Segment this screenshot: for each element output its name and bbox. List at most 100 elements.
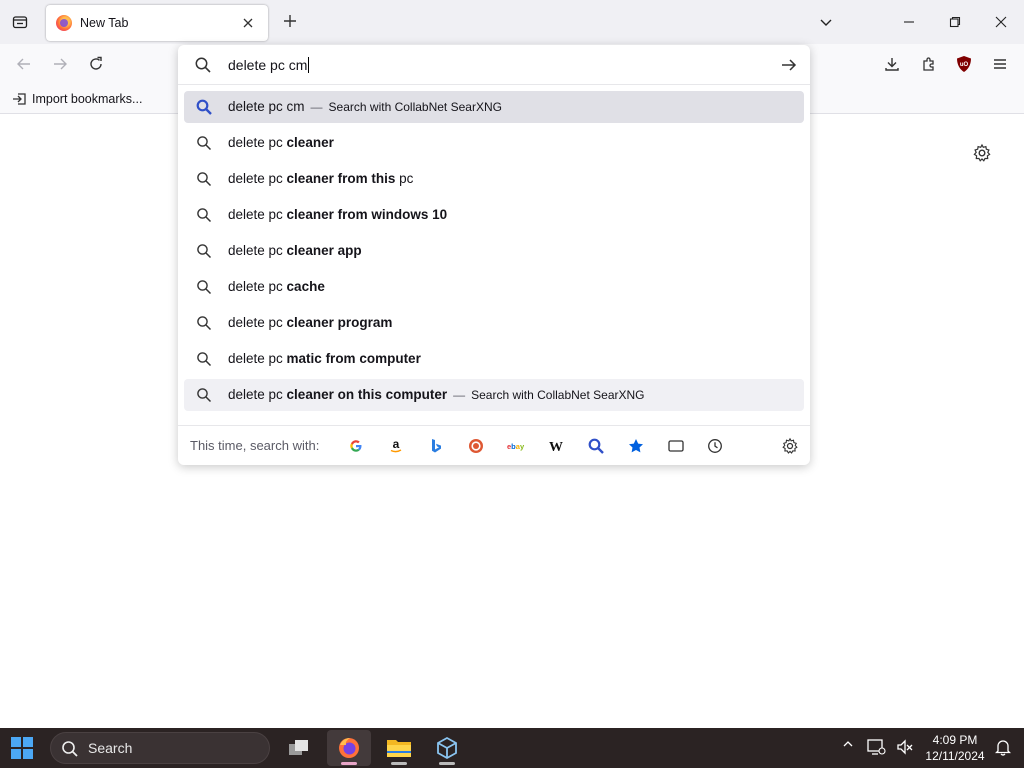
engine-searxng-button[interactable]: [586, 436, 606, 456]
tab-overflow-button[interactable]: [812, 8, 840, 36]
monitor-warning-icon: [867, 739, 886, 755]
suggestion-row[interactable]: delete pc cache: [184, 271, 804, 303]
gear-icon: [782, 437, 798, 454]
ublock-shield-icon: uO: [957, 56, 971, 72]
clock-date: 12/11/2024: [925, 749, 985, 763]
search-history-button[interactable]: [705, 436, 725, 456]
chevron-up-icon: [843, 741, 853, 747]
searxng-icon: [588, 438, 604, 454]
suggestion-text: delete pc cm — Search with CollabNet SearX…: [228, 99, 502, 114]
search-settings-button[interactable]: [780, 436, 800, 456]
tab-new-tab[interactable]: New Tab: [46, 5, 268, 41]
forward-button[interactable]: [48, 52, 72, 76]
one-off-label: This time, search with:: [190, 438, 320, 453]
clock-icon: [708, 439, 722, 453]
engine-ebay-button[interactable]: ebay: [506, 436, 526, 456]
svg-text:uO: uO: [960, 62, 969, 68]
running-indicator: [391, 762, 407, 765]
puzzle-icon: [923, 57, 934, 71]
minimize-icon: [904, 21, 914, 23]
suggestion-text: delete pc cleaner from windows 10: [228, 207, 448, 222]
taskbar-firefox[interactable]: [327, 730, 371, 766]
suggestion-text: delete pc cleaner: [228, 135, 334, 150]
suggestion-text: delete pc matic from computer: [228, 351, 421, 366]
tab-close-button[interactable]: [238, 13, 258, 33]
wikipedia-icon: W: [549, 440, 563, 453]
task-view-button[interactable]: [277, 730, 321, 766]
new-tab-button[interactable]: [280, 12, 300, 32]
search-icon: [197, 388, 212, 403]
svg-text:W: W: [549, 440, 563, 453]
import-bookmarks-label: Import bookmarks...: [32, 92, 143, 106]
arrow-left-icon: [17, 58, 30, 70]
tab-title: New Tab: [80, 16, 129, 30]
suggestion-row[interactable]: delete pc matic from computer: [184, 343, 804, 375]
minimize-button[interactable]: [895, 8, 923, 36]
close-window-button[interactable]: [987, 8, 1015, 36]
urlbar-popup: delete pc cm delete pc cm — Search with Co…: [178, 45, 810, 465]
suggestion-text: delete pc cache: [228, 279, 325, 294]
ublock-origin-button[interactable]: uO: [952, 52, 976, 76]
ebay-icon: ebay: [507, 442, 525, 451]
list-all-tabs-button[interactable]: [8, 10, 32, 34]
suggestion-row[interactable]: delete pc cm — Search with CollabNet SearX…: [184, 91, 804, 123]
close-icon: [243, 18, 253, 28]
app-menu-button[interactable]: [988, 52, 1012, 76]
urlbar-value: delete pc cm: [228, 57, 308, 73]
duckduckgo-icon: [469, 439, 483, 453]
suggestion-text: delete pc cleaner from this pc: [228, 171, 414, 186]
speaker-muted-icon: [897, 739, 913, 755]
downloads-button[interactable]: [880, 52, 904, 76]
back-button[interactable]: [12, 52, 36, 76]
engine-bing-button[interactable]: [426, 436, 446, 456]
engine-wikipedia-button[interactable]: W: [546, 436, 566, 456]
taskbar-search-box[interactable]: Search: [50, 732, 270, 764]
import-bookmarks-button[interactable]: Import bookmarks...: [12, 91, 142, 107]
suggestion-row[interactable]: delete pc cleaner from this pc: [184, 163, 804, 195]
tab-strip: New Tab: [0, 0, 1024, 44]
extensions-button[interactable]: [917, 52, 941, 76]
suggestion-text: delete pc cleaner on this computer — Searc…: [228, 387, 645, 402]
go-arrow-icon[interactable]: [780, 56, 798, 74]
suggestion-text: delete pc cleaner program: [228, 315, 393, 330]
reload-button[interactable]: [84, 52, 108, 76]
arrow-right-icon: [54, 58, 67, 70]
firefox-icon: [56, 15, 72, 31]
suggestion-row[interactable]: delete pc cleaner program: [184, 307, 804, 339]
google-icon: [350, 440, 362, 452]
close-icon: [995, 16, 1007, 28]
star-icon: [629, 439, 643, 453]
running-indicator: [439, 762, 455, 765]
search-icon: [197, 316, 212, 331]
tray-volume-icon[interactable]: [896, 738, 914, 759]
firefox-icon: [339, 738, 359, 758]
search-icon: [197, 136, 212, 151]
engine-google-button[interactable]: [346, 436, 366, 456]
suggestion-row[interactable]: delete pc cleaner on this computer — Searc…: [184, 379, 804, 411]
taskbar-file-explorer[interactable]: [377, 730, 421, 766]
bing-icon: [432, 439, 441, 453]
import-icon: [13, 93, 26, 105]
urlbar-input[interactable]: delete pc cm: [178, 45, 810, 85]
show-hidden-icons-button[interactable]: [842, 738, 854, 753]
search-tabs-button[interactable]: [666, 436, 686, 456]
svg-text:a: a: [393, 438, 400, 451]
taskbar-virtualbox[interactable]: [425, 730, 469, 766]
text-caret: [308, 57, 310, 73]
task-view-icon: [289, 740, 308, 755]
suggestion-row[interactable]: delete pc cleaner from windows 10: [184, 199, 804, 231]
suggestion-row[interactable]: delete pc cleaner: [184, 127, 804, 159]
bell-icon: [994, 740, 1012, 756]
taskbar-clock[interactable]: 4:09 PM 12/11/2024: [915, 732, 995, 764]
tray-device-icon[interactable]: [866, 738, 886, 759]
search-bookmarks-button[interactable]: [626, 436, 646, 456]
notifications-button[interactable]: [994, 738, 1012, 759]
engine-duckduckgo-button[interactable]: [466, 436, 486, 456]
start-button[interactable]: [11, 737, 33, 759]
suggestion-row[interactable]: delete pc cleaner app: [184, 235, 804, 267]
search-icon: [197, 352, 212, 367]
plus-icon: [284, 15, 296, 27]
engine-amazon-button[interactable]: a: [386, 436, 406, 456]
restore-button[interactable]: [941, 8, 969, 36]
page-settings-button[interactable]: [972, 143, 994, 165]
